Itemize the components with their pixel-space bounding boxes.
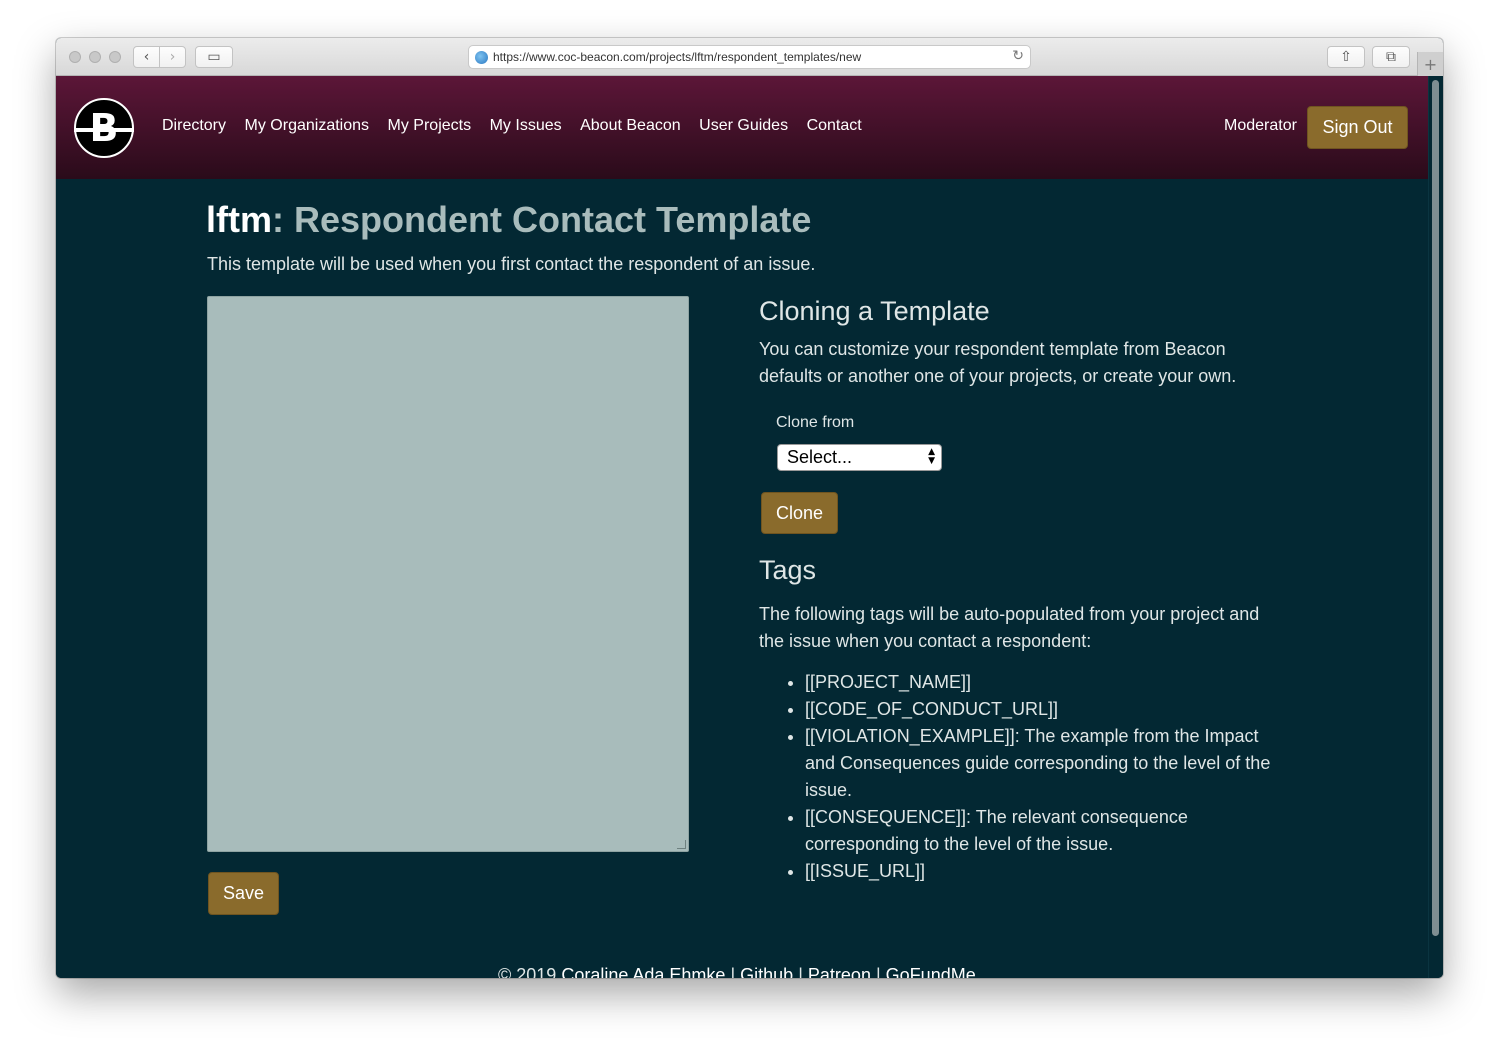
gofundme-link[interactable]: GoFundMe — [886, 965, 976, 978]
nav-my-issues[interactable]: My Issues — [490, 117, 562, 135]
nav-about-beacon[interactable]: About Beacon — [580, 117, 681, 135]
author-link[interactable]: Coraline Ada Ehmke — [561, 965, 725, 978]
site-footer: © 2019 Coraline Ada Ehmke | Github | Pat… — [498, 965, 976, 978]
tag-list: [[PROJECT_NAME]] [[CODE_OF_CONDUCT_URL]]… — [805, 669, 1275, 885]
clone-select-value: Select... — [787, 447, 853, 467]
clone-from-label: Clone from — [776, 414, 855, 431]
intro-text: This template will be used when you firs… — [207, 254, 816, 274]
nav-contact[interactable]: Contact — [807, 117, 862, 135]
browser-toolbar: ‹ › ▭ https://www.coc-beacon.com/project… — [56, 38, 1443, 76]
clone-heading: Cloning a Template — [759, 296, 990, 326]
forward-icon[interactable]: › — [159, 47, 185, 67]
footer-separator: | — [798, 965, 803, 978]
site-header: B Directory My Organizations My Projects… — [56, 76, 1428, 179]
back-icon[interactable]: ‹ — [134, 47, 159, 67]
page-content: lftm: Respondent Contact Template This t… — [56, 179, 1428, 978]
sign-out-button[interactable]: Sign Out — [1307, 106, 1408, 149]
copyright: © 2019 — [498, 965, 557, 978]
nav-user-guides[interactable]: User Guides — [699, 117, 788, 135]
close-window-button[interactable] — [69, 51, 81, 63]
nav-my-organizations[interactable]: My Organizations — [245, 117, 370, 135]
url-text: https://www.coc-beacon.com/projects/lftm… — [493, 50, 862, 64]
tags-heading: Tags — [759, 555, 817, 585]
main-nav: Directory My Organizations My Projects M… — [162, 117, 880, 135]
project-name: lftm — [206, 199, 272, 240]
footer-separator: | — [875, 965, 881, 978]
nav-my-projects[interactable]: My Projects — [388, 117, 472, 135]
scrollbar-thumb[interactable] — [1432, 80, 1439, 936]
help-panel: Cloning a Template You can customize you… — [759, 296, 1279, 881]
save-button[interactable]: Save — [208, 872, 279, 915]
clone-from-select[interactable]: Select... ▲ ▼ — [777, 444, 942, 471]
zoom-window-button[interactable] — [109, 51, 121, 63]
template-editor[interactable] — [207, 296, 689, 852]
reload-icon[interactable]: ↻ — [1012, 48, 1024, 64]
share-icon[interactable]: ⇧ — [1327, 46, 1365, 68]
list-item: [[CODE_OF_CONDUCT_URL]] — [805, 696, 1275, 723]
select-arrows-icon: ▲ ▼ — [928, 447, 935, 466]
user-role: Moderator — [1224, 117, 1297, 134]
address-bar[interactable]: https://www.coc-beacon.com/projects/lftm… — [468, 45, 1031, 69]
globe-icon — [475, 50, 488, 64]
history-nav: ‹ › — [133, 46, 186, 68]
sidebar-toggle-icon[interactable]: ▭ — [195, 46, 233, 68]
list-item: [[VIOLATION_EXAMPLE]]: The example from … — [805, 723, 1275, 804]
clone-button[interactable]: Clone — [761, 492, 838, 534]
list-item: [[CONSEQUENCE]]: The relevant consequenc… — [805, 804, 1275, 858]
clone-text: You can customize your respondent templa… — [759, 339, 1237, 386]
new-tab-icon[interactable]: + — [1417, 52, 1443, 76]
list-item: [[ISSUE_URL]] — [805, 858, 1275, 885]
page-title-text: Respondent Contact Template — [294, 199, 812, 240]
list-item: [[PROJECT_NAME]] — [805, 669, 1275, 696]
page-title: lftm: Respondent Contact Template — [206, 199, 812, 240]
tabs-overview-icon[interactable]: ⧉ — [1372, 46, 1410, 68]
browser-window: ‹ › ▭ https://www.coc-beacon.com/project… — [56, 38, 1443, 978]
nav-directory[interactable]: Directory — [162, 117, 226, 135]
footer-separator: | — [730, 965, 736, 978]
minimize-window-button[interactable] — [89, 51, 101, 63]
patreon-link[interactable]: Patreon — [808, 965, 871, 978]
github-link[interactable]: Github — [740, 965, 793, 978]
tags-text: The following tags will be auto-populate… — [759, 604, 1260, 651]
beacon-logo[interactable]: B — [74, 98, 134, 158]
